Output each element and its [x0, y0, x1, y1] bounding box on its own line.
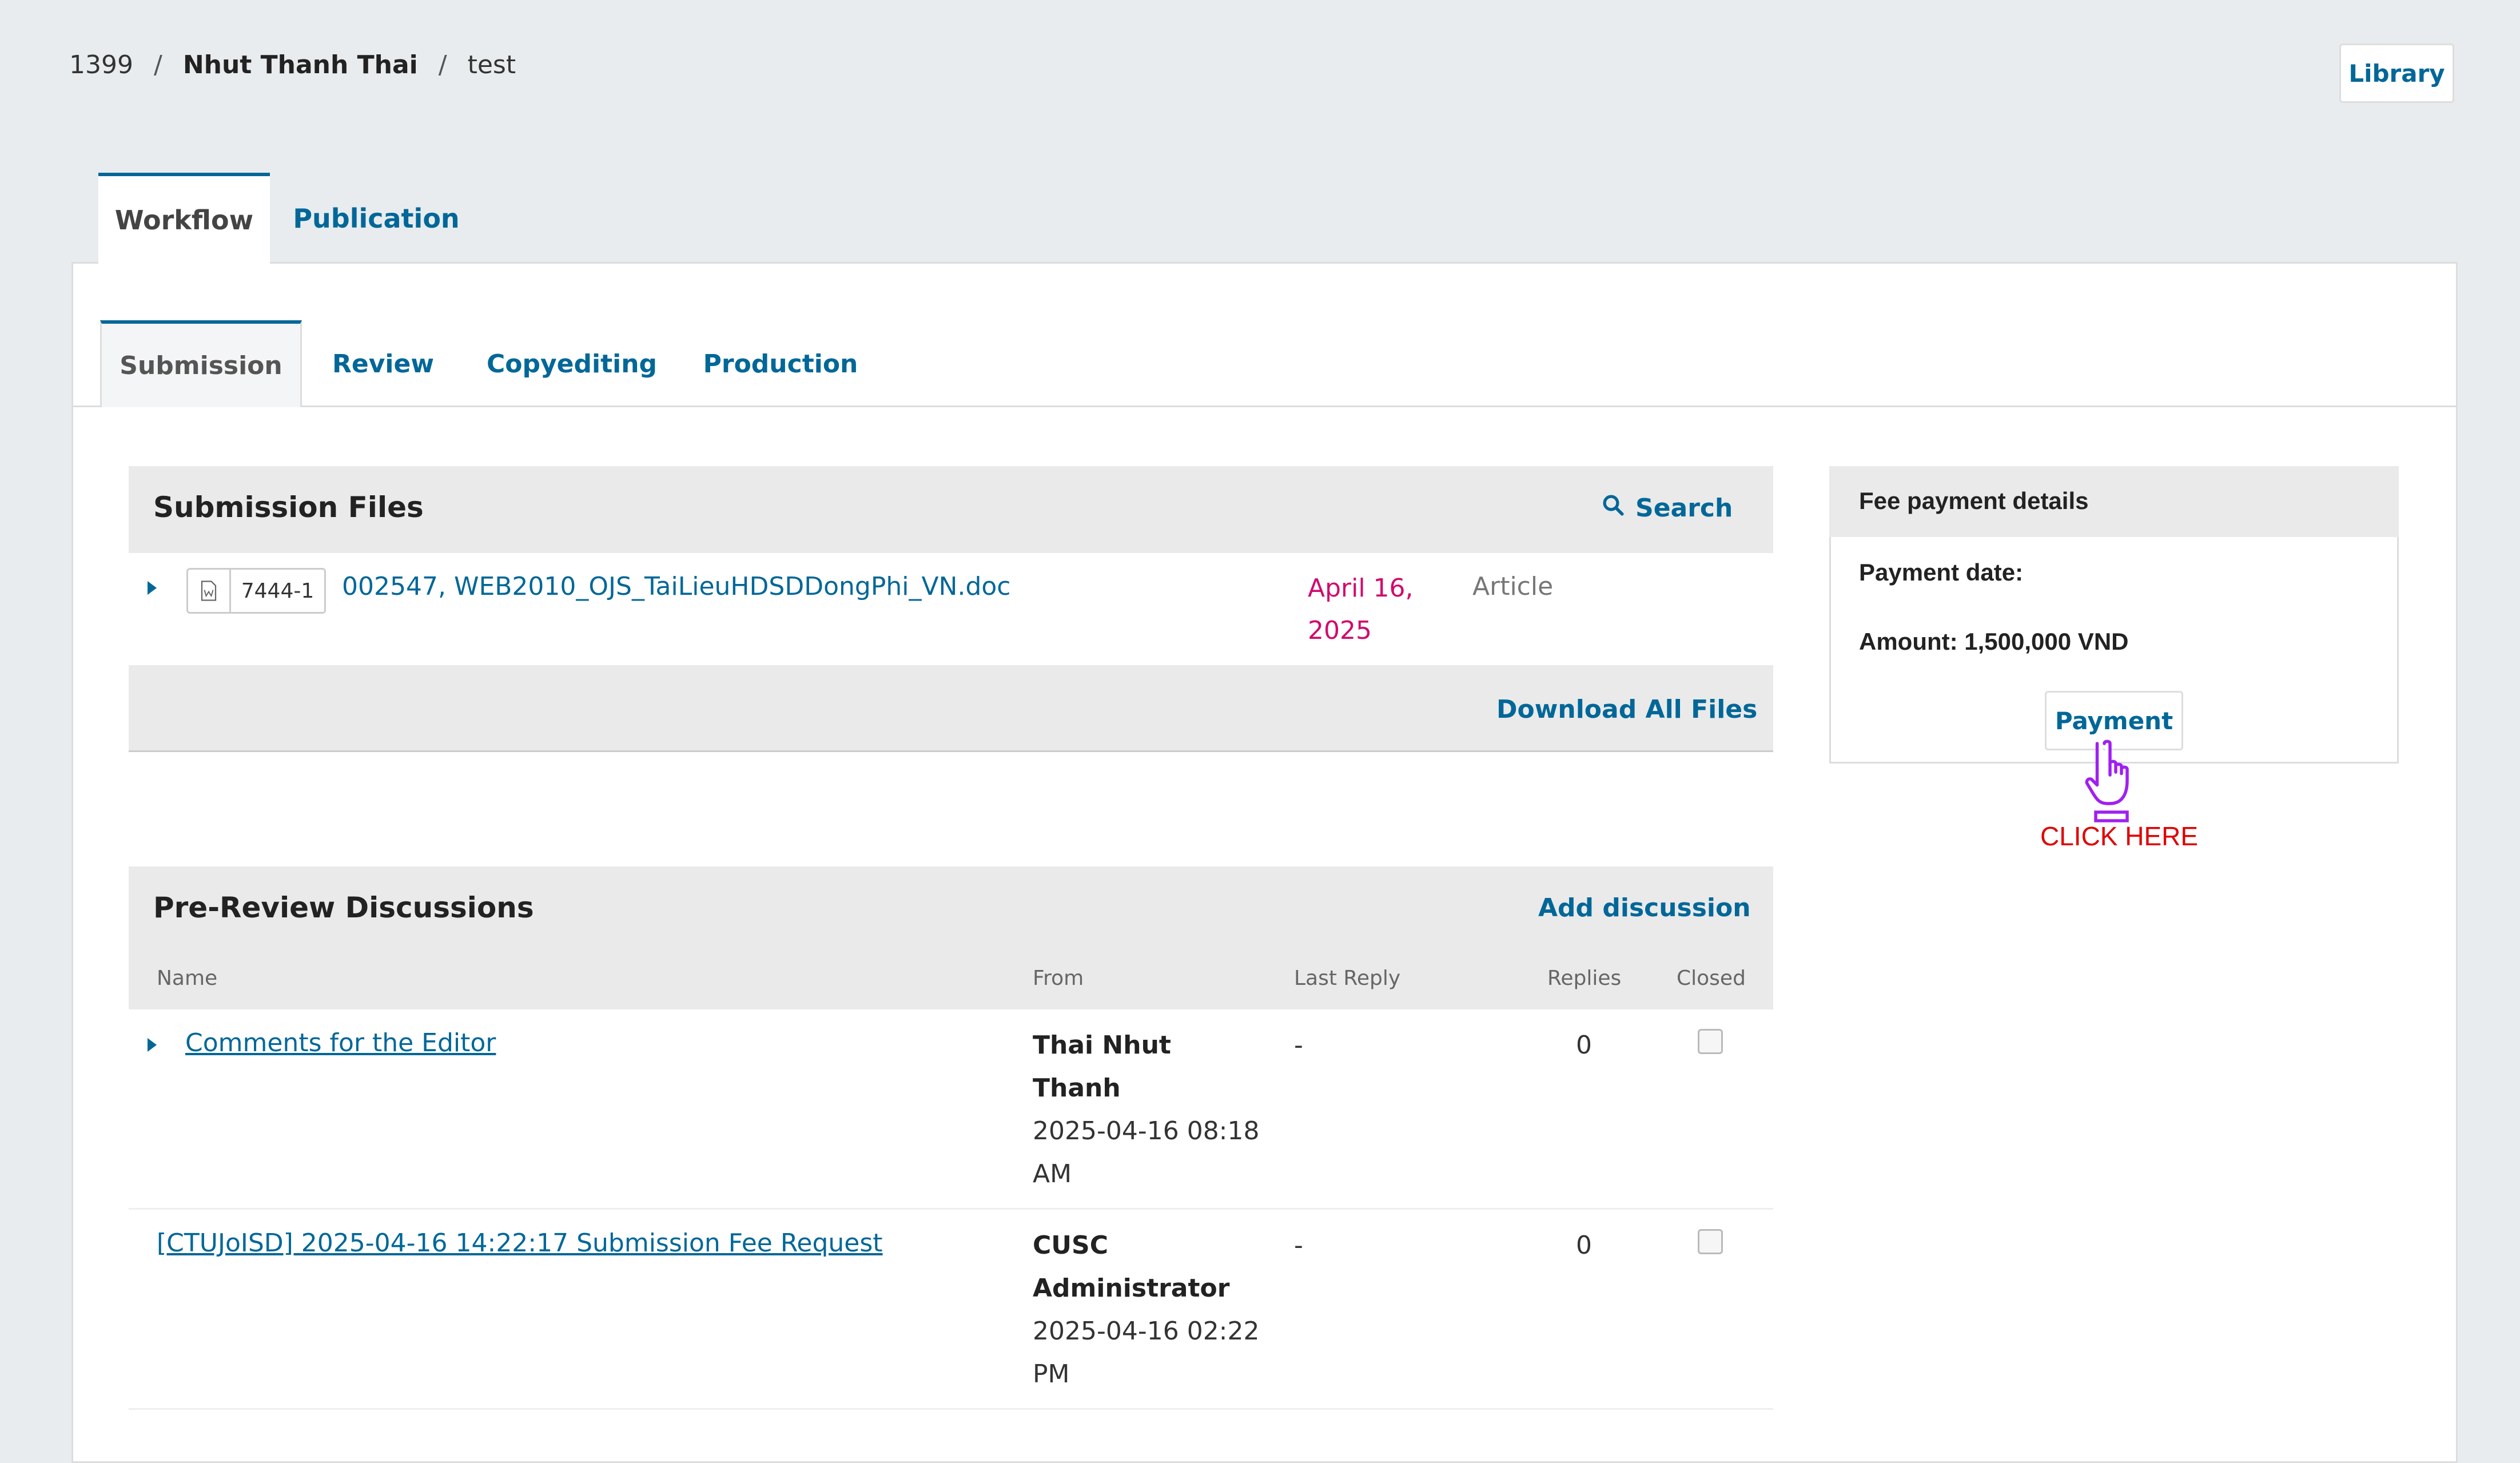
- discussion-date-line2: AM: [1033, 1159, 1072, 1188]
- file-row: [129, 553, 1773, 665]
- library-button[interactable]: Library: [2339, 43, 2454, 103]
- file-type: Article: [1472, 572, 1554, 601]
- document-icon: [188, 570, 231, 612]
- discussion-from-name-line2: Administrator: [1033, 1274, 1230, 1303]
- discussion-date-line1: 2025-04-16 08:18: [1033, 1116, 1260, 1146]
- tab-publication[interactable]: Publication: [293, 173, 459, 264]
- file-id: 7444-1: [241, 579, 314, 603]
- tab-production[interactable]: Production: [698, 320, 863, 407]
- file-date-line2: 2025: [1308, 616, 1372, 645]
- discussion-closed-checkbox[interactable]: [1698, 1229, 1723, 1254]
- file-date-line1: April 16,: [1308, 574, 1414, 603]
- tab-workflow[interactable]: Workflow: [98, 173, 270, 264]
- pointer-hand-icon: [2081, 738, 2156, 826]
- search-icon: [1601, 493, 1625, 523]
- discussion-replies: 0: [1576, 1231, 1592, 1260]
- submission-files-title: Submission Files: [153, 491, 424, 524]
- search-button[interactable]: Search: [1601, 493, 1733, 523]
- breadcrumb-author: Nhut Thanh Thai: [182, 50, 418, 79]
- breadcrumb-separator: /: [438, 50, 447, 79]
- breadcrumb-title: test: [467, 50, 516, 79]
- column-header-closed: Closed: [1677, 967, 1746, 990]
- download-all-files-button[interactable]: Download All Files: [1496, 695, 1757, 724]
- breadcrumb-submission-id[interactable]: 1399: [69, 50, 133, 79]
- expand-caret-icon[interactable]: [148, 581, 157, 595]
- discussion-closed-checkbox[interactable]: [1698, 1029, 1723, 1054]
- tab-submission[interactable]: Submission: [100, 320, 302, 407]
- discussion-last-reply: -: [1294, 1231, 1303, 1260]
- discussion-link[interactable]: [CTUJoISD] 2025-04-16 14:22:17 Submissio…: [157, 1229, 883, 1258]
- discussion-date-line2: PM: [1033, 1359, 1070, 1389]
- column-header-last-reply: Last Reply: [1294, 967, 1401, 990]
- discussion-replies: 0: [1576, 1031, 1592, 1060]
- breadcrumb-separator: /: [153, 50, 162, 79]
- click-here-annotation: CLICK HERE: [2040, 821, 2199, 851]
- add-discussion-button[interactable]: Add discussion: [1538, 893, 1751, 923]
- discussion-from-name-line1: Thai Nhut: [1033, 1031, 1171, 1060]
- discussion-from-name-line2: Thanh: [1033, 1074, 1121, 1103]
- discussions-header: [129, 866, 1773, 1009]
- search-label: Search: [1635, 494, 1733, 523]
- expand-caret-icon[interactable]: [148, 1038, 157, 1052]
- file-id-badge: 7444-1: [186, 568, 326, 614]
- workflow-panel: [71, 262, 2458, 1463]
- breadcrumb: 1399 / Nhut Thanh Thai / test: [69, 50, 516, 79]
- amount-label: Amount: 1,500,000 VND: [1859, 628, 2129, 655]
- column-header-replies: Replies: [1547, 967, 1622, 990]
- column-header-from: From: [1033, 967, 1084, 990]
- tab-review[interactable]: Review: [320, 320, 446, 407]
- discussions-title: Pre-Review Discussions: [153, 891, 534, 924]
- file-date: April 16, 2025: [1308, 567, 1414, 652]
- tab-copyediting[interactable]: Copyediting: [480, 320, 663, 407]
- discussion-from: Thai Nhut Thanh 2025-04-16 08:18 AM: [1033, 1024, 1260, 1195]
- discussion-from: CUSC Administrator 2025-04-16 02:22 PM: [1033, 1224, 1260, 1396]
- discussion-from-name-line1: CUSC: [1033, 1231, 1108, 1260]
- file-name-link[interactable]: 002547, WEB2010_OJS_TaiLieuHDSDDongPhi_V…: [342, 572, 1011, 601]
- fee-payment-title: Fee payment details: [1859, 487, 2089, 514]
- column-header-name: Name: [157, 967, 218, 990]
- discussion-last-reply: -: [1294, 1031, 1303, 1060]
- row-divider: [129, 1408, 1773, 1410]
- discussion-date-line1: 2025-04-16 02:22: [1033, 1317, 1260, 1346]
- row-divider: [129, 1208, 1773, 1210]
- payment-date-label: Payment date:: [1859, 559, 2024, 586]
- discussion-link[interactable]: Comments for the Editor: [185, 1028, 496, 1058]
